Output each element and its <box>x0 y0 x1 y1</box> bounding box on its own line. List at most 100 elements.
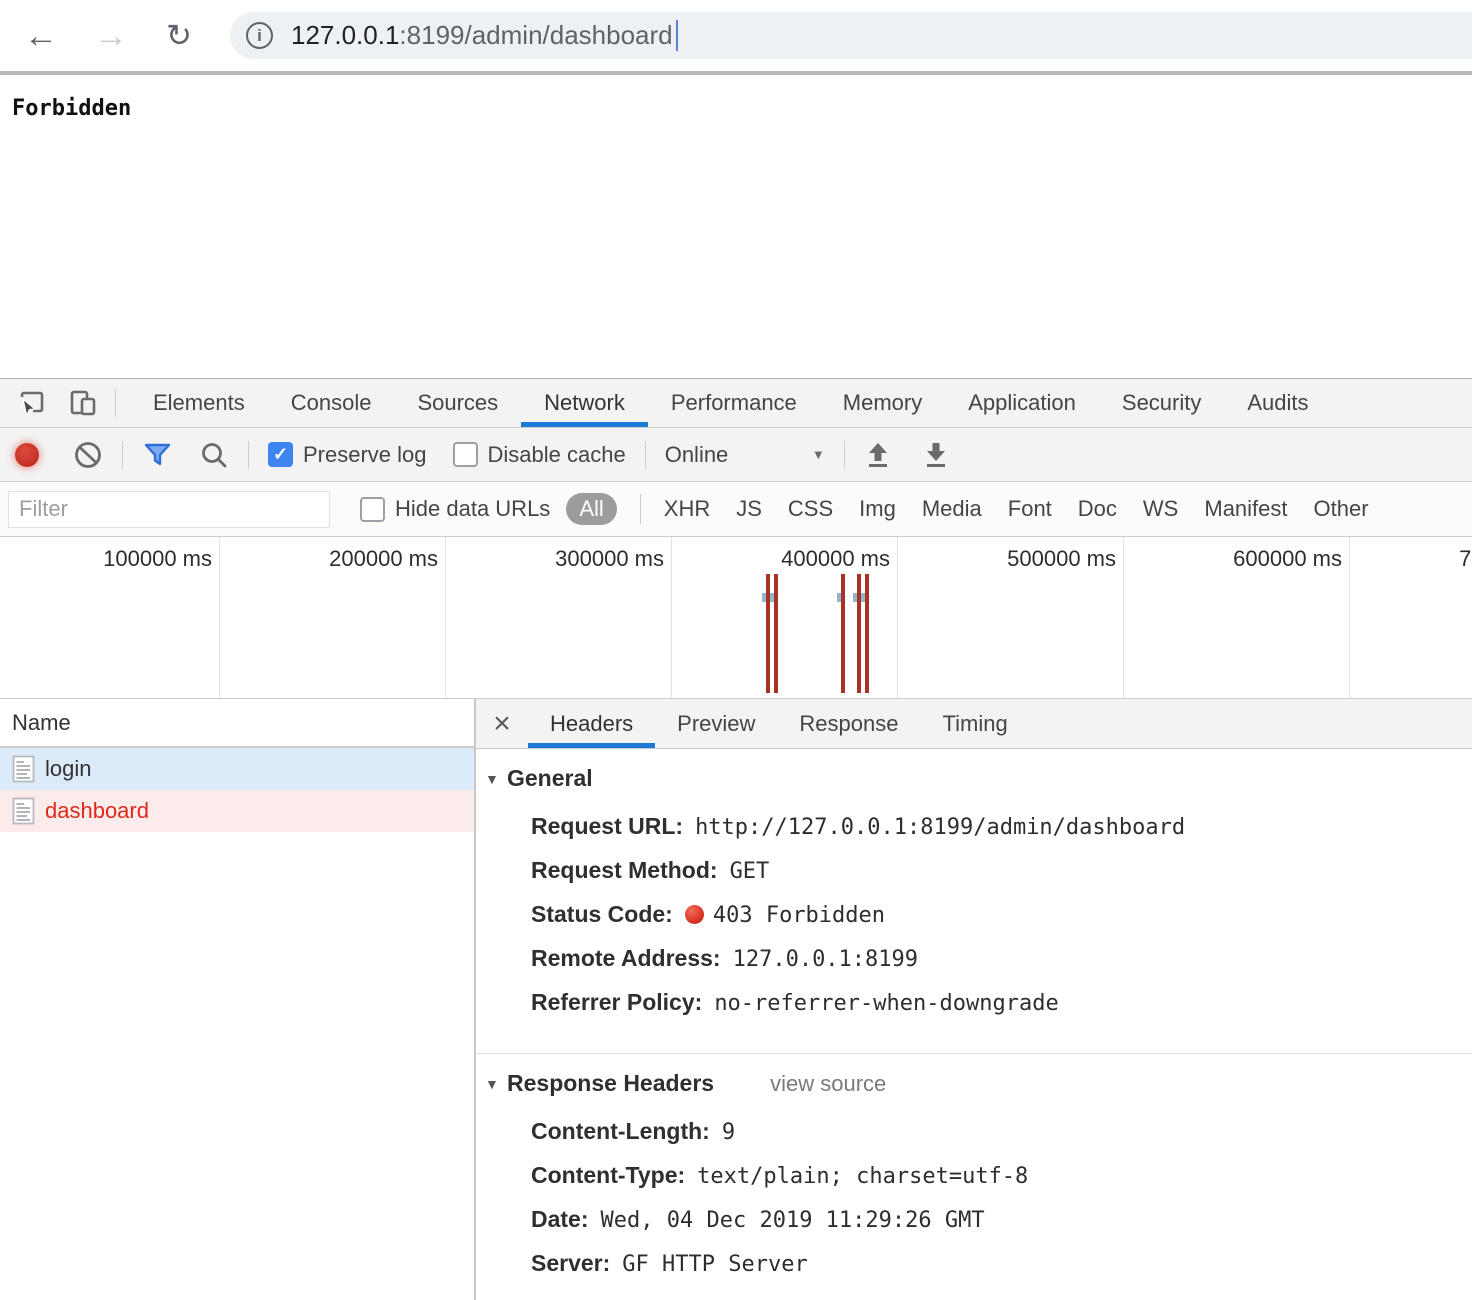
tab-performance[interactable]: Performance <box>648 379 820 427</box>
request-name: login <box>45 756 91 782</box>
timeline-column: 300000 ms <box>446 537 672 698</box>
timeline-tick: 100000 ms <box>103 546 212 571</box>
separator <box>645 441 646 469</box>
filter-type-other[interactable]: Other <box>1314 496 1369 522</box>
field-label: Remote Address: <box>531 945 721 971</box>
tab-console[interactable]: Console <box>268 379 395 427</box>
throttling-dropdown[interactable]: Online ▼ <box>665 442 825 468</box>
throttling-value: Online <box>665 442 729 468</box>
tab-network[interactable]: Network <box>521 379 648 427</box>
filter-type-js[interactable]: JS <box>736 496 762 522</box>
tab-elements[interactable]: Elements <box>130 379 268 427</box>
page-body: Forbidden <box>0 75 1472 378</box>
url-host: 127.0.0.1 <box>291 20 399 50</box>
browser-window: ← → ↻ i 127.0.0.1:8199/admin/dashboard F… <box>0 0 1472 1300</box>
search-icon[interactable] <box>199 440 229 470</box>
filter-type-manifest[interactable]: Manifest <box>1204 496 1287 522</box>
record-icon[interactable] <box>15 443 39 467</box>
timeline-tick: 700000 ms <box>1459 546 1472 571</box>
separator <box>248 441 249 469</box>
field-label: Date: <box>531 1206 589 1232</box>
error-request-bar <box>857 574 861 693</box>
tab-preview[interactable]: Preview <box>655 699 777 748</box>
import-har-icon[interactable] <box>864 440 892 470</box>
request-name: dashboard <box>45 798 149 824</box>
devtools: Elements Console Sources Network Perform… <box>0 378 1472 1300</box>
network-bottom-panes: Name login <box>0 699 1472 1300</box>
tab-response[interactable]: Response <box>777 699 920 748</box>
tab-headers[interactable]: Headers <box>528 699 655 748</box>
disclosure-triangle-icon: ▼ <box>485 771 507 787</box>
header-field: Request Method:GET <box>485 849 1472 893</box>
header-field: Server: GF HTTP Server <box>485 1242 1472 1286</box>
export-har-icon[interactable] <box>922 440 950 470</box>
filter-type-xhr[interactable]: XHR <box>664 496 710 522</box>
name-column-header[interactable]: Name <box>0 699 474 748</box>
tab-timing[interactable]: Timing <box>920 699 1029 748</box>
field-label: Server: <box>531 1250 610 1276</box>
network-overview-timeline[interactable]: 100000 ms 200000 ms 300000 ms 400000 ms … <box>0 537 1472 699</box>
timeline-column: 600000 ms <box>1124 537 1350 698</box>
timeline-tick: 600000 ms <box>1233 546 1342 571</box>
filter-type-img[interactable]: Img <box>859 496 896 522</box>
text-caret <box>676 20 678 51</box>
tab-memory[interactable]: Memory <box>820 379 945 427</box>
disable-cache-checkbox[interactable] <box>453 442 478 467</box>
error-request-bar <box>774 574 778 693</box>
separator <box>115 389 116 417</box>
document-icon <box>12 755 35 783</box>
chevron-down-icon: ▼ <box>812 447 825 462</box>
filter-type-all[interactable]: All <box>566 493 616 525</box>
tab-security[interactable]: Security <box>1099 379 1224 427</box>
field-value: GF HTTP Server <box>622 1252 807 1277</box>
hide-data-urls-checkbox[interactable] <box>360 497 385 522</box>
error-request-bar <box>841 574 845 693</box>
clear-icon[interactable] <box>73 440 103 470</box>
page-text: Forbidden <box>12 96 131 121</box>
general-section-header[interactable]: ▼ General <box>485 765 1472 792</box>
disable-cache-label: Disable cache <box>488 442 626 468</box>
device-toolbar-icon[interactable] <box>67 379 99 427</box>
field-label: Request URL: <box>531 813 683 839</box>
back-icon[interactable]: ← <box>24 19 58 53</box>
info-icon[interactable]: i <box>246 22 273 49</box>
filter-type-doc[interactable]: Doc <box>1078 496 1117 522</box>
tab-audits[interactable]: Audits <box>1224 379 1331 427</box>
view-source-link[interactable]: view source <box>770 1071 886 1097</box>
url-path: :8199/admin/dashboard <box>399 20 672 50</box>
preserve-log-checkbox[interactable]: ✓ <box>268 442 293 467</box>
separator <box>844 441 845 469</box>
header-field: Date: Wed, 04 Dec 2019 11:29:26 GMT <box>485 1198 1472 1242</box>
field-value: GET <box>730 859 770 884</box>
timeline-tick: 200000 ms <box>329 546 438 571</box>
error-request-bar <box>766 574 770 693</box>
timeline-tick: 300000 ms <box>555 546 664 571</box>
field-label: Status Code: <box>531 901 673 927</box>
request-row-dashboard[interactable]: dashboard <box>0 790 474 832</box>
timeline-column: 700000 ms <box>1350 537 1472 698</box>
response-headers-header[interactable]: ▼ Response Headers view source <box>485 1070 1472 1097</box>
filter-type-media[interactable]: Media <box>922 496 982 522</box>
field-value: 403 Forbidden <box>713 903 885 928</box>
close-icon[interactable]: × <box>476 699 528 748</box>
header-field: Status Code: 403 Forbidden <box>485 893 1472 937</box>
field-value: Wed, 04 Dec 2019 11:29:26 GMT <box>601 1208 985 1233</box>
url-bar[interactable]: i 127.0.0.1:8199/admin/dashboard <box>230 12 1472 59</box>
tab-sources[interactable]: Sources <box>394 379 521 427</box>
status-error-dot-icon <box>685 905 704 924</box>
tab-application[interactable]: Application <box>945 379 1099 427</box>
request-row-login[interactable]: login <box>0 748 474 790</box>
filter-input[interactable] <box>8 491 330 528</box>
timeline-column: 500000 ms <box>898 537 1124 698</box>
filter-icon[interactable] <box>142 439 173 470</box>
reload-icon[interactable]: ↻ <box>166 20 192 51</box>
forward-icon[interactable]: → <box>94 19 128 53</box>
general-section: ▼ General Request URL:http://127.0.0.1:8… <box>476 749 1472 1053</box>
filter-type-font[interactable]: Font <box>1008 496 1052 522</box>
response-headers-section: ▼ Response Headers view source Content-L… <box>476 1053 1472 1300</box>
filter-type-css[interactable]: CSS <box>788 496 833 522</box>
filter-type-ws[interactable]: WS <box>1143 496 1178 522</box>
url-text: 127.0.0.1:8199/admin/dashboard <box>291 20 673 51</box>
inspect-element-icon[interactable] <box>17 379 47 427</box>
field-value: text/plain; charset=utf-8 <box>697 1164 1028 1189</box>
